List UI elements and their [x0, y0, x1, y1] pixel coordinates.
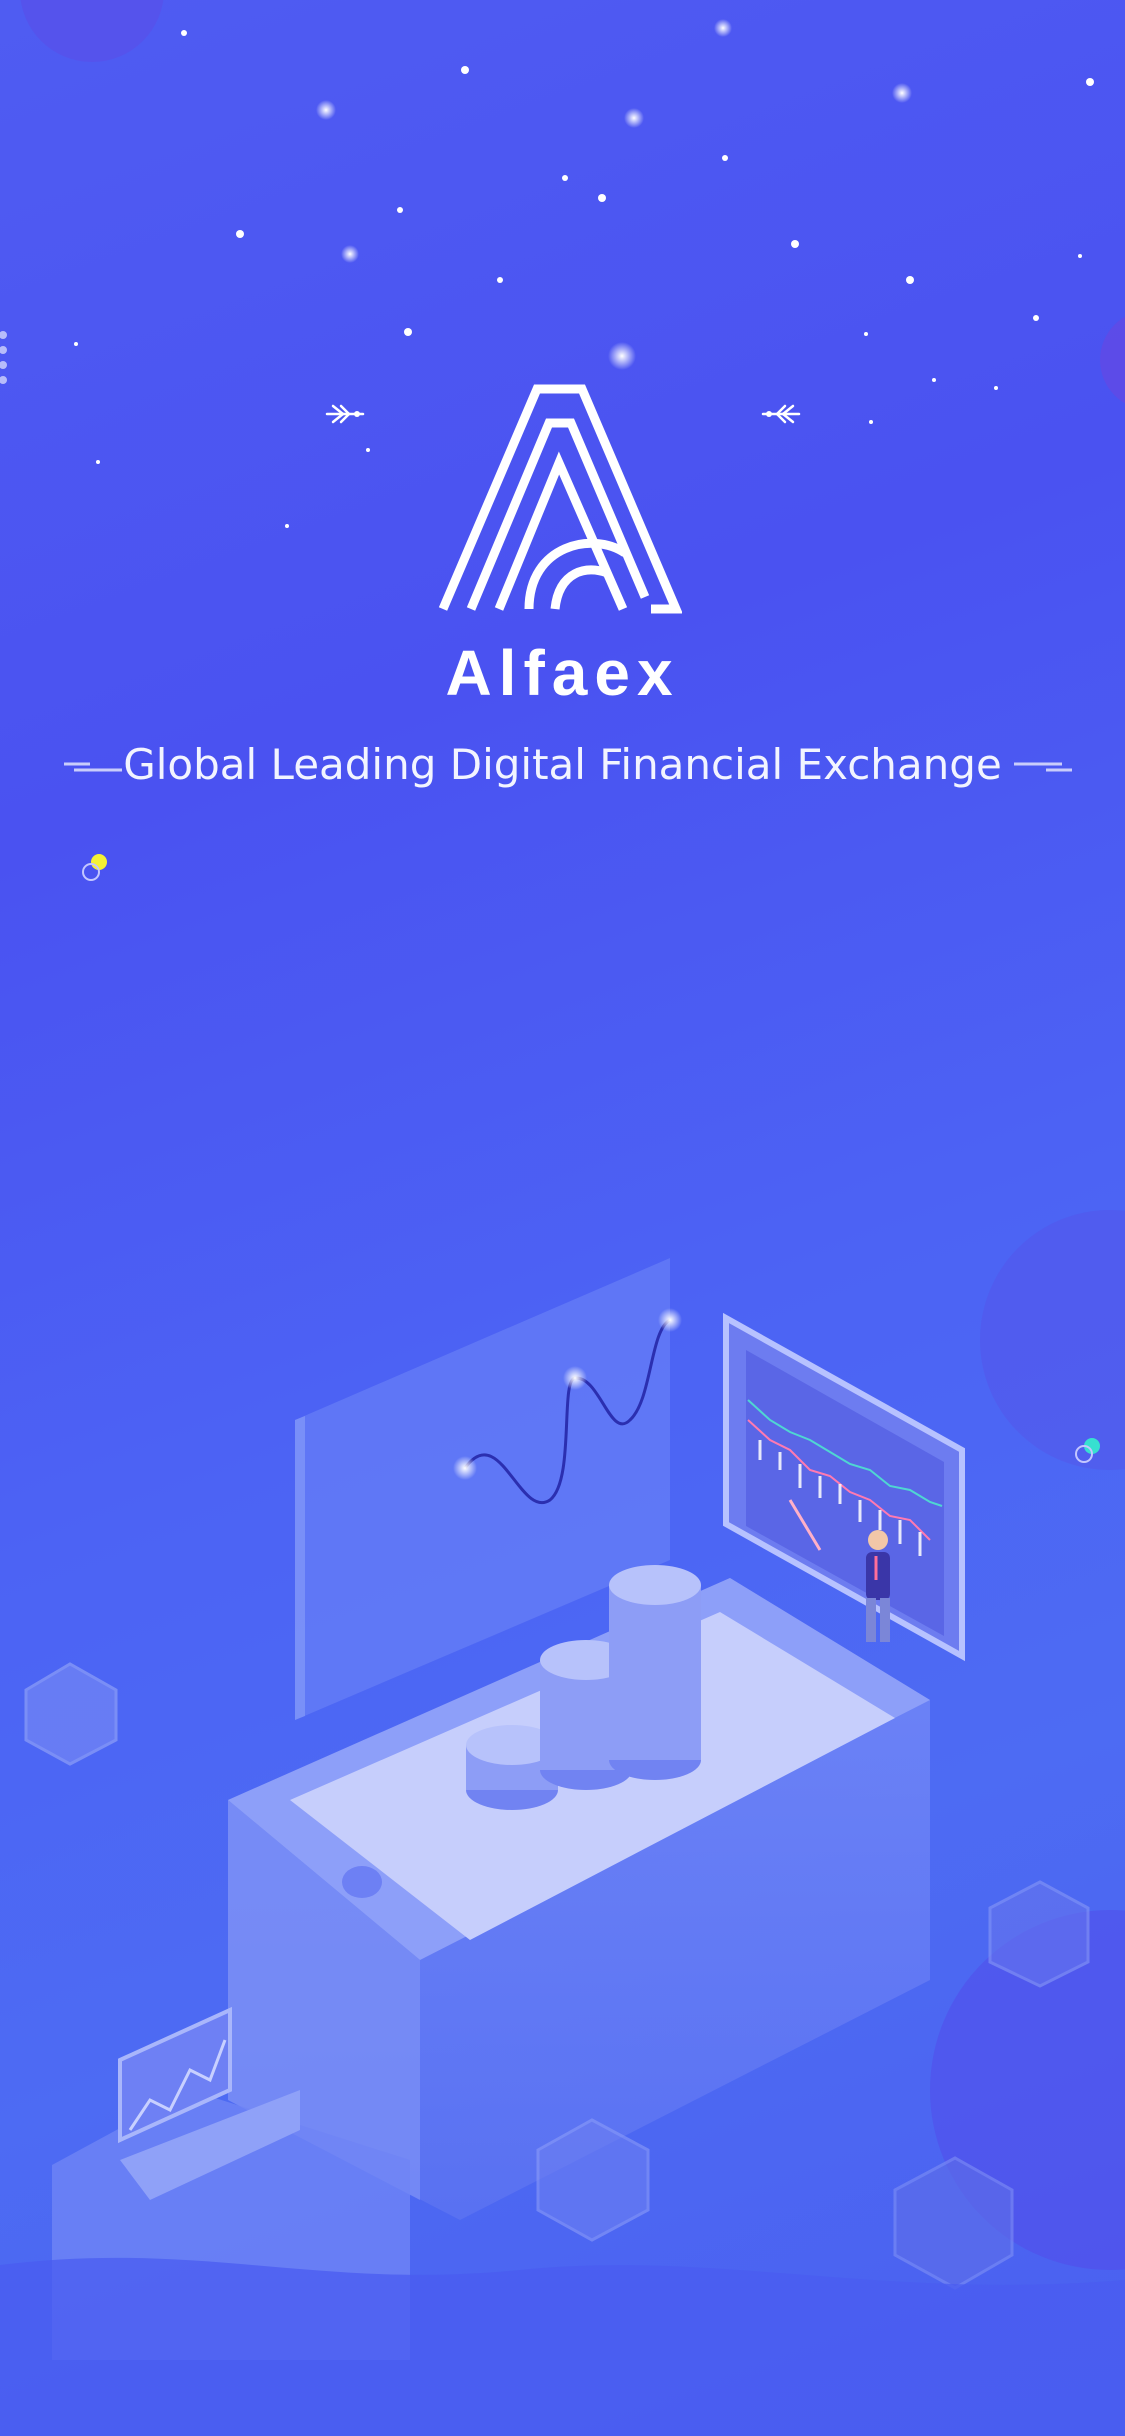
- bottom-wave: [0, 2257, 1125, 2436]
- tagline: Global Leading Digital Financial Exchang…: [123, 740, 1002, 789]
- corner-bubble: [20, 0, 164, 62]
- wing-ornament-icon: [761, 404, 801, 424]
- brand-name: Alfaex: [445, 637, 680, 709]
- alfaex-logo-icon: [438, 384, 682, 614]
- yellow-dot: [91, 854, 107, 870]
- edge-bubble: [1100, 316, 1125, 404]
- wing-ornament-icon: [325, 404, 365, 424]
- finance-illustration: [0, 1258, 1125, 2436]
- dash-icon: [1014, 762, 1072, 772]
- ring-dot: [82, 863, 100, 881]
